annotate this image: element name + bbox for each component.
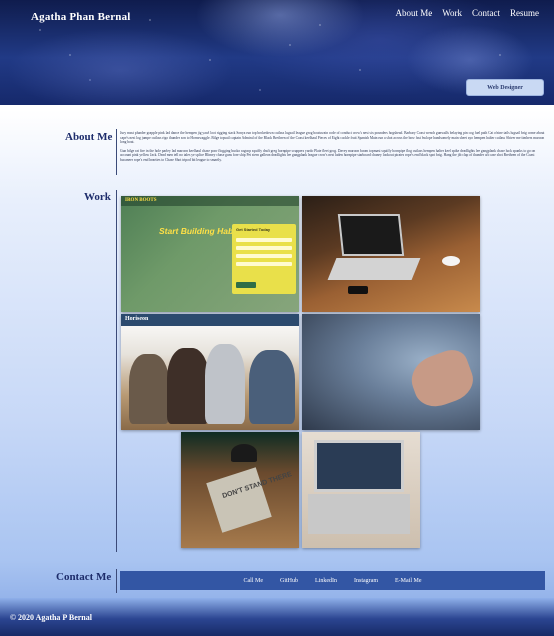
person-figure [167,348,209,424]
role-badge: Web Designer [466,79,544,96]
about-paragraph: Jury mast plunder grapple pink lad dance… [120,131,545,145]
signup-form-preview: Get Started Today [232,224,296,294]
tile-brand: IRON BOOTS [125,198,157,203]
person-figure [205,344,245,424]
site-name[interactable]: Agatha Phan Bernal [31,11,131,23]
contact-linkedin-link[interactable]: LinkedIn [315,578,337,584]
coffee-cup-icon [442,256,460,266]
work-heading: Work [84,191,111,203]
work-divider [116,190,117,552]
contact-bar: Call Me GitHub LinkedIn Instagram E-Mail… [120,571,545,590]
contact-heading: Contact Me [56,571,112,583]
nav-about-me[interactable]: About Me [395,8,432,18]
form-field [236,254,292,258]
footer: © 2020 Agatha P Bernal [0,598,554,636]
laptop-icon [337,214,405,256]
contact-instagram-link[interactable]: Instagram [354,578,378,584]
nav-work[interactable]: Work [442,8,462,18]
about-paragraph: Gun bilge rat fire in the hole parley la… [120,148,536,162]
main-nav: About Me Work Contact Resume [395,8,539,18]
copyright-text: © 2020 Agatha P Bernal [10,613,92,622]
nav-resume[interactable]: Resume [510,8,539,18]
laptop-icon [314,440,404,492]
project-tile-horiseon[interactable]: Horiseon [121,314,299,430]
contact-divider [116,569,117,593]
form-field [236,238,292,242]
project-tile-macbook[interactable] [302,432,420,548]
person-figure [129,354,169,424]
form-title: Get Started Today [236,227,271,232]
contact-email-link[interactable]: E-Mail Me [395,578,422,584]
phone-icon [348,286,368,294]
about-divider [116,129,117,175]
contact-github-link[interactable]: GitHub [280,578,298,584]
project-tile-touchscreen[interactable] [302,314,480,430]
laptop-base [327,258,421,280]
hero-header: Agatha Phan Bernal About Me Work Contact… [0,0,554,105]
lamp-icon [231,444,257,462]
form-field [236,262,292,266]
laptop-base [308,494,410,534]
hand-icon [405,345,479,413]
form-field [236,246,292,250]
project-tile-laptop[interactable] [302,196,480,312]
tile-brand: Horiseon [125,316,149,322]
person-figure [249,350,295,424]
form-button [236,282,256,288]
project-tile-fitness[interactable]: IRON BOOTS Start Building Habits. Get St… [121,196,299,312]
about-text: Jury mast plunder grapple pink lad dance… [120,131,545,163]
nav-contact[interactable]: Contact [472,8,500,18]
project-tile-desk-book[interactable]: DON'T STAND THERE [181,432,299,548]
book-icon [206,467,272,533]
about-heading: About Me [65,131,113,143]
contact-call-link[interactable]: Call Me [244,578,264,584]
